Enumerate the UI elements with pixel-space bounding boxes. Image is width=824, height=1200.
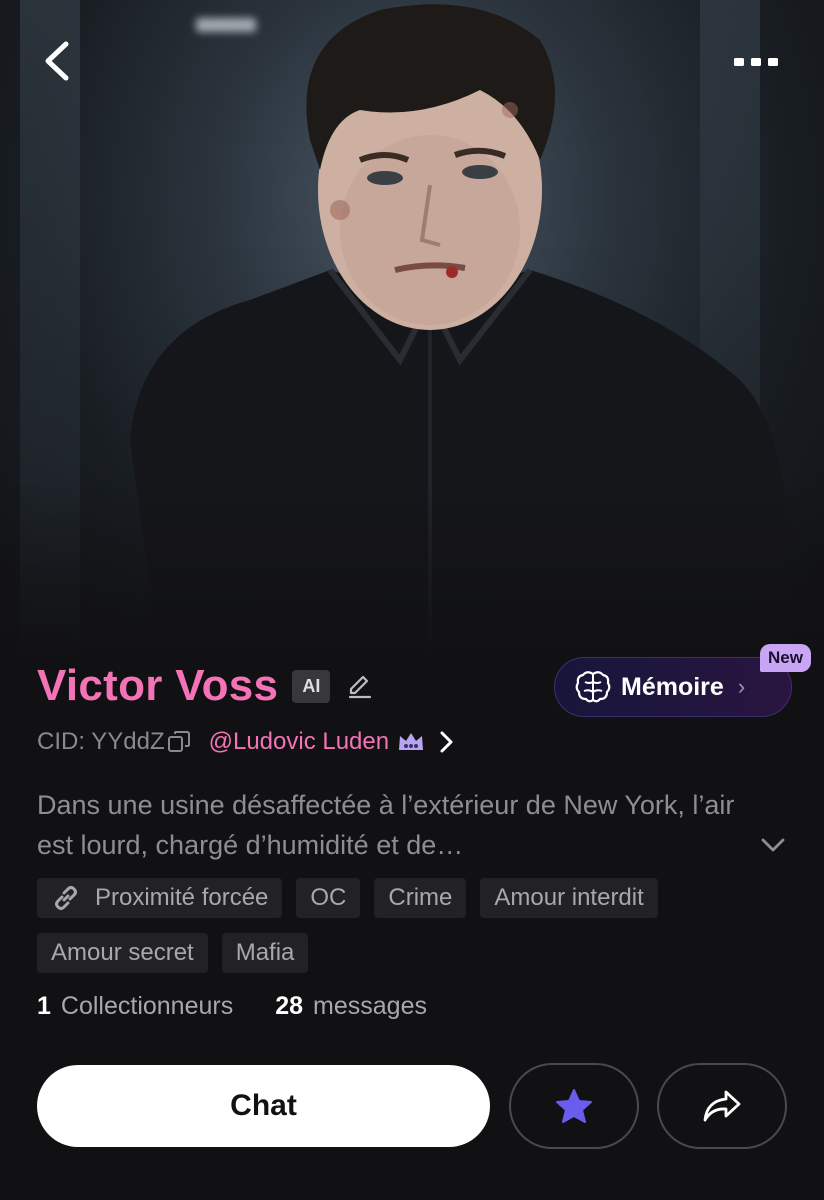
tag-chip[interactable]: Amour secret	[37, 933, 208, 973]
messages-label: messages	[313, 991, 427, 1020]
chevron-left-icon	[45, 41, 69, 81]
tag-label: Mafia	[235, 939, 295, 966]
character-description: Dans une usine désaffectée à l’extérieur…	[37, 790, 735, 860]
tag-label: Crime	[388, 884, 453, 911]
link-icon	[55, 886, 77, 910]
chevron-down-icon[interactable]	[758, 830, 788, 860]
tag-chip[interactable]: OC	[296, 878, 361, 918]
copy-icon[interactable]	[167, 729, 193, 755]
favorite-button[interactable]	[509, 1063, 639, 1149]
chat-button[interactable]: Chat	[37, 1065, 490, 1147]
ai-badge: AI	[292, 669, 331, 703]
memoire-label: Mémoire	[621, 672, 724, 701]
collectors-label: Collectionneurs	[60, 991, 234, 1020]
character-header: Victor Voss AI	[37, 656, 374, 716]
tag-chip[interactable]: Amour interdit	[480, 878, 658, 918]
chevron-right-icon[interactable]	[437, 730, 455, 754]
tag-label: Amour interdit	[494, 884, 644, 911]
character-stats: 1 Collectionneurs 28 messages	[37, 988, 427, 1024]
brain-icon	[575, 671, 611, 703]
edit-icon[interactable]	[346, 672, 374, 700]
star-icon	[556, 1089, 592, 1123]
more-options-button[interactable]	[728, 42, 784, 82]
share-button[interactable]	[657, 1063, 787, 1149]
tag-label: Proximité forcée	[95, 884, 269, 911]
tag-chip[interactable]: Crime	[374, 878, 467, 918]
back-button[interactable]	[34, 38, 80, 84]
messages-count: 28	[275, 991, 304, 1020]
character-meta: CID: YYddZ @Ludovic Luden	[37, 722, 455, 762]
chevron-right-icon: ›	[737, 674, 746, 699]
tag-chip[interactable]: Mafia	[221, 933, 309, 973]
tag-label: Amour secret	[51, 939, 194, 966]
tag-list: Proximité forcée OC Crime Amour interdit…	[37, 878, 757, 973]
share-icon	[703, 1090, 741, 1122]
character-cid: CID: YYddZ	[37, 728, 165, 755]
character-name: Victor Voss	[37, 661, 279, 710]
collectors-count: 1	[37, 991, 51, 1020]
more-dots-icon	[734, 58, 778, 66]
tag-label: OC	[310, 884, 347, 911]
memoire-button[interactable]: Mémoire ›	[554, 657, 792, 717]
character-hero-image	[0, 0, 824, 660]
crown-icon	[399, 733, 424, 750]
new-badge: New	[760, 644, 811, 672]
tag-chip[interactable]: Proximité forcée	[37, 878, 283, 918]
creator-link[interactable]: @Ludovic Luden	[209, 728, 390, 756]
